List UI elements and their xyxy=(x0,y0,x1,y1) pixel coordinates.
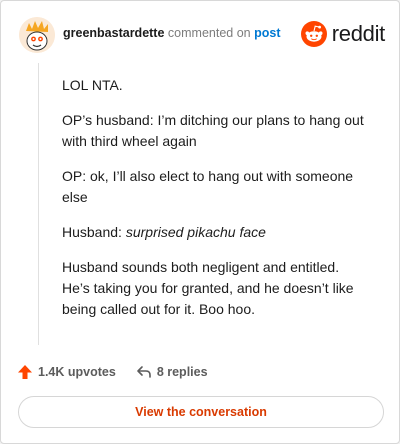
reddit-logo[interactable]: reddit xyxy=(300,20,386,48)
byline: greenbastardette commented on post xyxy=(63,26,280,40)
avatar-icon[interactable] xyxy=(19,17,55,53)
pikachu-italic: surprised pikachu face xyxy=(125,224,266,240)
upvote-count: 1.4K upvotes xyxy=(38,365,116,379)
reply-count: 8 replies xyxy=(156,365,208,379)
comment-card: greenbastardette commented on post reddi… xyxy=(0,0,400,444)
brand-name: reddit xyxy=(331,21,386,46)
comment-paragraph: Husband: surprised pikachu face xyxy=(62,222,368,243)
action-text: commented on xyxy=(167,26,251,40)
husband-label: Husband: xyxy=(62,224,122,240)
comment-paragraph: Husband sounds both negligent and entitl… xyxy=(62,259,354,317)
upvote-button[interactable]: 1.4K upvotes xyxy=(17,364,116,380)
comment-body: LOL NTA. OP’s husband: I’m ditching our … xyxy=(62,75,368,334)
reddit-logo-icon xyxy=(300,21,327,47)
comment-paragraph: OP’s husband: I’m ditching our plans to … xyxy=(62,112,364,149)
comment-paragraph: OP: ok, I’ll also elect to hang out with… xyxy=(62,168,354,205)
comment-actions: 1.4K upvotes 8 replies xyxy=(17,362,228,382)
post-link[interactable]: post xyxy=(254,26,280,40)
replies-button[interactable]: 8 replies xyxy=(136,364,208,380)
reply-arrow-icon xyxy=(137,366,151,378)
upvote-arrow-icon xyxy=(18,365,32,379)
comment-paragraph: LOL NTA. xyxy=(62,77,123,93)
thread-line xyxy=(38,63,39,345)
comment-header: greenbastardette commented on post reddi… xyxy=(19,17,385,53)
view-conversation-button[interactable]: View the conversation xyxy=(18,396,384,428)
username-link[interactable]: greenbastardette xyxy=(63,26,164,40)
